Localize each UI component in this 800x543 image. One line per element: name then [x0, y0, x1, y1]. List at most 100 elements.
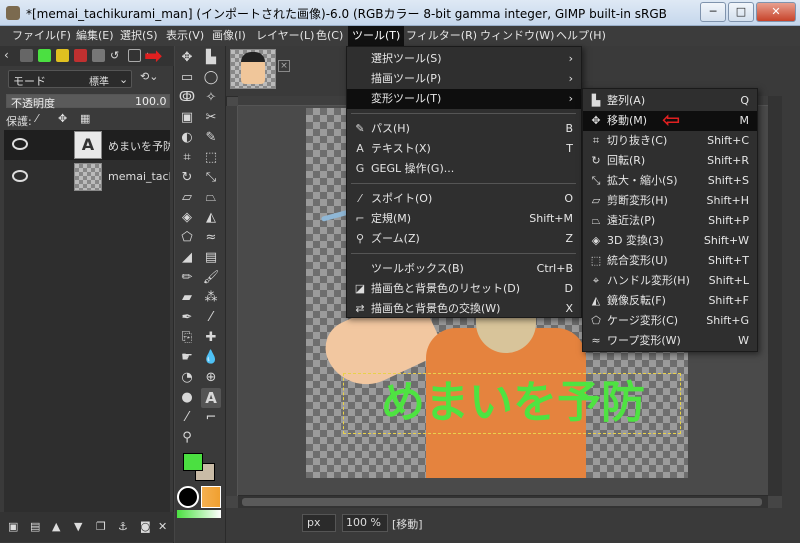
align-tool-icon[interactable]: ▙ [201, 48, 221, 68]
heal-icon[interactable]: ✚ [201, 328, 221, 348]
smudge-icon[interactable]: ☛ [177, 348, 197, 368]
menu-item[interactable]: ⁄ スポイト(O) O [347, 189, 581, 209]
perspective-icon[interactable]: ⏢ [201, 188, 221, 208]
paintbrush-icon[interactable]: 🖌 [201, 268, 221, 288]
menu-item[interactable]: ↻ 回転(R) Shift+R [583, 151, 757, 171]
menu-item[interactable]: ⤡ 拡大・縮小(S) Shift+S [583, 171, 757, 191]
blur-icon[interactable]: 💧 [201, 348, 221, 368]
paths-tab-icon[interactable] [74, 49, 87, 62]
move-tool-icon[interactable]: ✥ [177, 48, 197, 68]
menu-item[interactable]: ⌗ 切り抜き(C) Shift+C [583, 131, 757, 151]
delete-layer-icon[interactable]: ✕ [158, 520, 167, 533]
lasso-icon[interactable]: ↂ [177, 88, 197, 108]
eye-icon[interactable] [12, 138, 28, 150]
droplet-icon[interactable]: ● [177, 388, 197, 408]
menu-item[interactable]: 変形ツール(T) › [347, 89, 581, 109]
unit-select[interactable]: px [302, 514, 336, 532]
gradient-icon[interactable]: ▤ [201, 248, 221, 268]
menu-edit[interactable]: 編集(E) [72, 26, 118, 46]
ink-icon[interactable]: ✒ [177, 308, 197, 328]
menu-windows[interactable]: ウィンドウ(W) [476, 26, 558, 46]
menu-item[interactable]: ◪ 描画色と背景色のリセット(D) D [347, 279, 581, 299]
pattern-preview[interactable] [201, 486, 221, 508]
menu-item[interactable]: ツールボックス(B) Ctrl+B [347, 259, 581, 279]
raise-layer-icon[interactable]: ▲ [52, 520, 60, 533]
ellipse-select-icon[interactable]: ◯ [201, 68, 221, 88]
menu-item[interactable]: ⌐ 定規(M) Shift+M [347, 209, 581, 229]
menu-layer[interactable]: レイヤー(L) [252, 26, 318, 46]
menu-item[interactable]: ⏢ 遠近法(P) Shift+P [583, 211, 757, 231]
measure-icon[interactable]: ⌐ [201, 408, 221, 428]
crop-icon[interactable]: ⌗ [177, 148, 197, 168]
text-layer-boundary[interactable]: めまいを予防 [343, 373, 681, 434]
reset-mode-icon[interactable]: ⟲⌄ [140, 70, 158, 83]
menu-item[interactable]: ≈ ワープ変形(W) W [583, 331, 757, 351]
anchor-layer-icon[interactable]: ⚓ [118, 520, 128, 533]
color-select-icon[interactable]: ▣ [177, 108, 197, 128]
undo-tab-icon[interactable] [92, 49, 105, 62]
menu-select[interactable]: 選択(S) [116, 26, 162, 46]
text-tool-icon[interactable]: A [201, 388, 221, 408]
menu-item[interactable]: ⬚ 統合変形(U) Shift+T [583, 251, 757, 271]
menu-item[interactable]: ◈ 3D 変換(3) Shift+W [583, 231, 757, 251]
cage-icon[interactable]: ⬠ [177, 228, 197, 248]
menu-file[interactable]: ファイル(F) [8, 26, 75, 46]
layer-row[interactable]: memai_tachik [4, 162, 170, 192]
horizontal-scrollbar[interactable] [238, 496, 768, 508]
lock-position-icon[interactable]: ✥ [58, 112, 67, 125]
menu-item[interactable]: ◭ 鏡像反転(F) Shift+F [583, 291, 757, 311]
airbrush-icon[interactable]: ⁂ [201, 288, 221, 308]
menu-item[interactable]: ⚲ ズーム(Z) Z [347, 229, 581, 249]
flip-icon[interactable]: ◭ [201, 208, 221, 228]
new-layer-icon[interactable]: ▣ [8, 520, 18, 533]
dodge-burn-icon[interactable]: ◔ [177, 368, 197, 388]
lock-pixels-icon[interactable]: ⁄ [36, 112, 38, 125]
menu-item[interactable]: 選択ツール(S) › [347, 49, 581, 69]
eraser-icon[interactable]: ▰ [177, 288, 197, 308]
menu-item[interactable]: ⌖ ハンドル変形(H) Shift+L [583, 271, 757, 291]
vertical-scrollbar[interactable] [768, 96, 782, 496]
layer-mode-select[interactable]: モード 標準 ⌄ [8, 70, 132, 88]
layers-tab-icon[interactable] [38, 49, 51, 62]
menu-item[interactable]: 描画ツール(P) › [347, 69, 581, 89]
eye-icon[interactable] [12, 170, 28, 182]
zoom-select[interactable]: 100 % [342, 514, 388, 532]
menu-tools[interactable]: ツール(T) [348, 26, 405, 46]
menu-item[interactable]: ✎ パス(H) B [347, 119, 581, 139]
channels-tab-icon[interactable] [56, 49, 69, 62]
3d-transform-icon[interactable]: ◈ [177, 208, 197, 228]
close-button[interactable]: ✕ [756, 2, 796, 22]
brush-preview[interactable] [177, 486, 199, 508]
clone-icon[interactable]: ⎘ [177, 328, 197, 348]
warp-icon[interactable]: ≈ [201, 228, 221, 248]
scissors-icon[interactable]: ✂ [201, 108, 221, 128]
layer-row[interactable]: A めまいを予防 [4, 130, 170, 160]
foreground-color[interactable] [183, 453, 203, 471]
lower-layer-icon[interactable]: ▼ [74, 520, 82, 533]
menu-item[interactable]: ⬠ ケージ変形(C) Shift+G [583, 311, 757, 331]
fg-bg-colors[interactable] [183, 453, 219, 485]
menu-filters[interactable]: フィルター(R) [402, 26, 481, 46]
mask-icon[interactable]: ◙ [140, 520, 151, 533]
menu-item[interactable]: ▱ 剪断変形(H) Shift+H [583, 191, 757, 211]
history-icon[interactable]: ↺ [110, 49, 123, 62]
scale-icon[interactable]: ⤡ [201, 168, 221, 188]
zoom-icon[interactable]: ⚲ [177, 428, 197, 448]
menu-item[interactable]: A テキスト(X) T [347, 139, 581, 159]
tool-options-tab-icon[interactable] [20, 49, 33, 62]
close-image-icon[interactable]: × [278, 60, 290, 72]
opacity-slider[interactable]: 不透明度 100.0 [6, 94, 170, 110]
menu-item[interactable]: ⇄ 描画色と背景色の交換(W) X [347, 299, 581, 319]
gradient-preview[interactable] [177, 510, 221, 518]
minimize-button[interactable]: ─ [700, 2, 726, 22]
duplicate-layer-icon[interactable]: ❐ [96, 520, 106, 533]
rotate-icon[interactable]: ↻ [177, 168, 197, 188]
color-picker-icon[interactable]: ⁄ [177, 408, 197, 428]
menu-color[interactable]: 色(C) [312, 26, 347, 46]
menu-item[interactable]: G GEGL 操作(G)... [347, 159, 581, 179]
paths-icon[interactable]: ✎ [201, 128, 221, 148]
rect-select-icon[interactable]: ▭ [177, 68, 197, 88]
maximize-button[interactable]: □ [728, 2, 754, 22]
mypaint-brush-icon[interactable]: ⁄ [201, 308, 221, 328]
horizontal-scroll-thumb[interactable] [242, 498, 762, 506]
